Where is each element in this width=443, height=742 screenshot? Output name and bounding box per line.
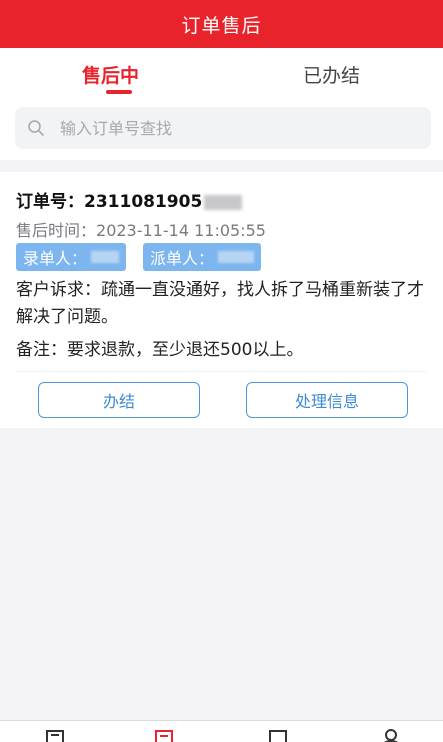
order-number: 订单号：2311081905 [16, 187, 243, 212]
after-sale-time: 售后时间：2023-11-14 11:05:55 [16, 217, 266, 241]
search-input[interactable] [60, 118, 400, 138]
order-card: 订单号：2311081905 售后时间：2023-11-14 11:05:55 … [0, 172, 443, 428]
time-label: 售后时间： [16, 221, 97, 240]
order-number-value: 2311081905 [84, 192, 203, 212]
staff-tags: 录单人： 派单人： [16, 243, 262, 271]
bottom-nav [0, 720, 443, 742]
complaint-label: 客户诉求： [16, 280, 101, 300]
order-icon[interactable] [154, 729, 176, 742]
remark-text: 要求退款，至少退还500以上。 [67, 340, 304, 360]
square-icon[interactable] [268, 729, 290, 742]
dispatcher-tag: 派单人： [143, 243, 262, 271]
tab-completed[interactable]: 已办结 [221, 48, 442, 100]
page-title: 订单售后 [181, 14, 262, 37]
search-icon [27, 119, 45, 137]
user-icon[interactable] [381, 729, 403, 742]
active-tab-indicator [106, 90, 132, 94]
order-number-label: 订单号： [16, 192, 84, 212]
process-info-button[interactable]: 处理信息 [246, 382, 408, 418]
remark: 备注：要求退款，至少退还500以上。 [16, 335, 303, 360]
search-box[interactable] [15, 107, 431, 149]
redacted-name [91, 251, 120, 263]
title-bar: 订单售后 [0, 0, 443, 48]
time-value: 2023-11-14 11:05:55 [96, 221, 266, 240]
redacted-name [218, 251, 255, 263]
remark-label: 备注： [16, 340, 67, 360]
redacted-digits [204, 194, 243, 210]
tab-bar: 售后中 已办结 [0, 48, 443, 100]
recorder-label: 录单人： [23, 249, 88, 268]
document-icon[interactable] [45, 729, 67, 742]
divider [16, 371, 427, 372]
search-section [0, 100, 443, 160]
recorder-tag: 录单人： [16, 243, 127, 271]
close-order-button[interactable]: 办结 [38, 382, 200, 418]
customer-complaint: 客户诉求：疏通一直没通好，找人拆了马桶重新装了才解决了问题。 [16, 277, 426, 331]
dispatcher-label: 派单人： [150, 249, 215, 268]
